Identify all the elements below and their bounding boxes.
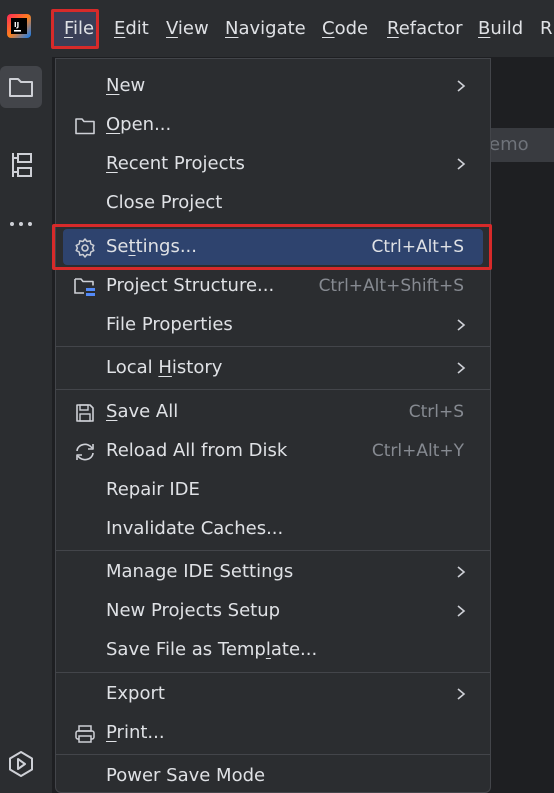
menu-item-export[interactable]: Export	[56, 675, 490, 714]
menu-item-new-projects-setup[interactable]: New Projects Setup	[56, 592, 490, 631]
menu-item-manage-ide-settings[interactable]: Manage IDE Settings	[56, 553, 490, 592]
menu-file[interactable]: File	[64, 15, 94, 42]
menu-item-recent-projects[interactable]: Recent Projects	[56, 145, 490, 184]
menu-item-new[interactable]: New	[56, 67, 490, 106]
menu-separator	[56, 346, 490, 347]
gear-icon	[73, 236, 97, 260]
intellij-logo-icon: IJ	[7, 14, 31, 38]
menu-item-save-all[interactable]: Save All Ctrl+S	[56, 393, 490, 432]
menu-item-print[interactable]: Print...	[56, 714, 490, 753]
menu-item-close-project[interactable]: Close Project	[56, 184, 490, 223]
menu-navigate[interactable]: Navigate	[225, 15, 306, 42]
structure-tool-button[interactable]	[0, 144, 42, 186]
chevron-right-icon	[457, 80, 466, 92]
run-services-icon	[9, 751, 33, 777]
main-menubar: IJ File Edit View Navigate Code Refactor…	[0, 0, 554, 58]
menu-item-local-history[interactable]: Local History	[56, 349, 490, 388]
project-tool-button[interactable]	[0, 66, 42, 108]
chevron-right-icon	[457, 158, 466, 170]
folder-icon	[73, 114, 97, 138]
shortcut-label: Ctrl+S	[408, 402, 464, 422]
structure-icon	[12, 153, 32, 177]
menu-run[interactable]: R	[540, 15, 553, 42]
menu-item-settings[interactable]: Settings... Ctrl+Alt+S	[56, 228, 490, 267]
menu-item-repair-ide[interactable]: Repair IDE	[56, 471, 490, 510]
chevron-right-icon	[457, 566, 466, 578]
menu-item-invalidate-caches[interactable]: Invalidate Caches...	[56, 510, 490, 549]
more-horizontal-icon	[10, 222, 32, 226]
menu-view[interactable]: View	[166, 15, 209, 42]
menu-item-reload-all[interactable]: Reload All from Disk Ctrl+Alt+Y	[56, 432, 490, 471]
menu-item-open[interactable]: Open...	[56, 106, 490, 145]
printer-icon	[73, 722, 97, 746]
menu-separator	[56, 754, 490, 755]
menu-item-save-file-as-template[interactable]: Save File as Template...	[56, 631, 490, 670]
shortcut-label: Ctrl+Alt+Y	[371, 441, 464, 461]
menu-separator	[56, 389, 490, 390]
run-tool-button[interactable]	[0, 743, 42, 785]
file-menu-dropdown: New Open... Recent Projects Close Projec…	[55, 58, 491, 793]
chevron-right-icon	[457, 319, 466, 331]
shortcut-label: Ctrl+Alt+S	[371, 237, 464, 257]
chevron-right-icon	[457, 605, 466, 617]
menu-code[interactable]: Code	[322, 15, 368, 42]
refresh-icon	[73, 440, 97, 464]
chevron-right-icon	[457, 362, 466, 374]
ide-window: emo IJ File Edit View Navigate Code Refa…	[0, 0, 554, 793]
menu-item-power-save-mode[interactable]: Power Save Mode	[56, 757, 490, 792]
menu-build[interactable]: Build	[478, 15, 523, 42]
background-tab-label: emo	[489, 134, 529, 155]
menu-separator	[56, 550, 490, 551]
more-tools-button[interactable]	[0, 203, 42, 245]
left-tool-strip	[0, 57, 53, 793]
menu-separator	[56, 672, 490, 673]
save-icon	[73, 401, 97, 425]
menu-item-file-properties[interactable]: File Properties	[56, 306, 490, 345]
folder-icon	[9, 78, 33, 97]
svg-text:IJ: IJ	[14, 21, 19, 29]
project-structure-icon	[73, 275, 97, 299]
chevron-right-icon	[457, 688, 466, 700]
menu-item-project-structure[interactable]: Project Structure... Ctrl+Alt+Shift+S	[56, 267, 490, 306]
menu-edit[interactable]: Edit	[114, 15, 149, 42]
menu-refactor[interactable]: Refactor	[387, 15, 463, 42]
shortcut-label: Ctrl+Alt+Shift+S	[318, 276, 464, 296]
